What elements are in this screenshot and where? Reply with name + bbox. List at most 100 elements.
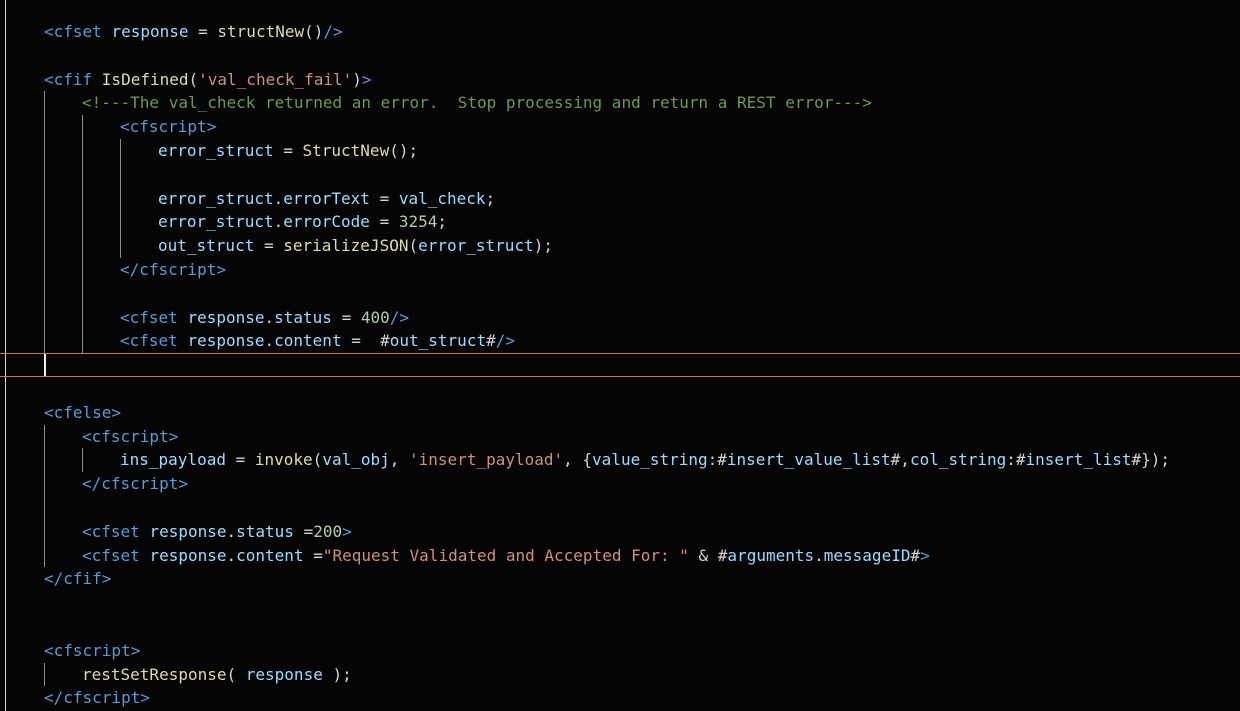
- code-token: ins_payload: [120, 450, 226, 470]
- code-text: ins_payload = invoke(val_obj, 'insert_pa…: [120, 448, 1170, 472]
- code-token: content: [274, 331, 342, 351]
- code-text: </cfscript>: [44, 686, 150, 710]
- code-line[interactable]: <cfscript>: [0, 424, 1240, 449]
- code-token: .: [273, 188, 284, 208]
- code-line[interactable]: <!---The val_check returned an error. St…: [0, 91, 1240, 116]
- code-token: 'val_check_fail': [198, 69, 353, 89]
- code-line[interactable]: [0, 615, 1240, 639]
- code-token: <cfset: [82, 521, 150, 541]
- code-text: <cfset response.status =200>: [82, 520, 352, 544]
- code-token: =: [369, 212, 399, 232]
- code-token: out_struct: [158, 236, 255, 256]
- code-token: response: [187, 307, 265, 327]
- code-token: value_string: [592, 450, 708, 470]
- code-token: <cfscript>: [44, 640, 141, 660]
- code-line[interactable]: [0, 377, 1240, 401]
- code-line[interactable]: <cfelse>: [0, 401, 1240, 425]
- code-line[interactable]: <cfif IsDefined('val_check_fail')>: [0, 68, 1240, 92]
- indent-guide: [44, 234, 45, 258]
- code-token: insert_list: [1025, 450, 1132, 470]
- code-line[interactable]: [0, 44, 1240, 68]
- code-line[interactable]: out_struct = serializeJSON(error_struct)…: [0, 234, 1240, 258]
- indent-guide: [82, 162, 83, 187]
- code-token: ): [352, 69, 362, 89]
- code-token: .: [264, 331, 275, 351]
- code-token: .: [814, 545, 824, 565]
- code-token: errorCode: [283, 212, 370, 232]
- code-line[interactable]: <cfset response.status =200>: [0, 519, 1240, 544]
- code-line[interactable]: <cfscript>: [0, 639, 1240, 663]
- code-token: <cfif: [44, 69, 102, 89]
- indent-guide: [44, 472, 45, 496]
- code-token: );: [533, 236, 553, 256]
- indent-guide: [44, 495, 45, 520]
- code-line[interactable]: <cfset response = structNew()/>: [0, 20, 1240, 44]
- code-token: <cfelse>: [44, 402, 122, 422]
- code-token: =: [293, 521, 314, 541]
- indent-guide: [82, 210, 83, 235]
- code-token: status: [274, 307, 332, 327]
- code-token: >: [342, 521, 352, 541]
- code-token: , {: [563, 450, 593, 470]
- indent-guide: [120, 162, 121, 187]
- code-token: (: [408, 236, 419, 256]
- code-editor[interactable]: <cfset response = structNew()/> <cfif IsD…: [0, 0, 1240, 711]
- indent-guide: [82, 115, 83, 139]
- code-lines[interactable]: <cfset response = structNew()/> <cfif IsD…: [0, 20, 1240, 710]
- code-line[interactable]: <cfset response.status = 400/>: [0, 305, 1240, 330]
- code-token: 200: [313, 521, 343, 541]
- indent-guide: [44, 210, 45, 235]
- code-text: </cfscript>: [120, 258, 226, 282]
- code-token: <cfset: [44, 22, 112, 41]
- code-token: invoke: [254, 450, 313, 470]
- code-line[interactable]: [0, 591, 1240, 615]
- code-token: ;: [437, 212, 448, 232]
- indent-guide: [44, 305, 45, 330]
- indent-guide: [120, 186, 121, 211]
- code-token: />: [389, 307, 410, 327]
- code-line[interactable]: restSetResponse( response );: [0, 662, 1240, 687]
- code-token: =: [188, 22, 218, 41]
- code-token: :#: [707, 450, 727, 470]
- code-line[interactable]: [0, 281, 1240, 306]
- code-text: restSetResponse( response );: [82, 663, 352, 687]
- code-token: =: [303, 545, 323, 565]
- code-line-current[interactable]: [0, 353, 1240, 377]
- code-token: val_check: [398, 188, 486, 208]
- indent-guide: [82, 234, 83, 258]
- code-line[interactable]: </cfscript>: [0, 472, 1240, 496]
- code-line[interactable]: ins_payload = invoke(val_obj, 'insert_pa…: [0, 448, 1240, 473]
- code-token: =: [273, 140, 303, 160]
- code-token: />: [323, 22, 343, 41]
- code-line[interactable]: error_struct.errorText = val_check;: [0, 186, 1240, 211]
- code-line[interactable]: </cfscript>: [0, 257, 1240, 282]
- code-text: error_struct = StructNew();: [158, 139, 418, 163]
- code-line[interactable]: error_struct = StructNew();: [0, 138, 1240, 163]
- code-token: =: [225, 450, 255, 470]
- code-text: <cfset response.status = 400/>: [120, 306, 409, 330]
- indent-guide: [82, 305, 83, 330]
- code-token: (: [312, 450, 323, 470]
- code-line[interactable]: </cfscript>: [0, 686, 1240, 710]
- code-line[interactable]: error_struct.errorCode = 3254;: [0, 210, 1240, 235]
- code-token: 'insert_payload': [409, 450, 564, 470]
- code-token: IsDefined: [101, 69, 189, 89]
- code-line[interactable]: [0, 495, 1240, 520]
- code-token: .: [226, 545, 237, 565]
- code-line[interactable]: <cfscript>: [0, 115, 1240, 139]
- code-token: serializeJSON: [283, 236, 409, 256]
- code-token: (: [226, 664, 246, 684]
- code-line[interactable]: <cfset response.content = #out_struct#/>: [0, 329, 1240, 354]
- code-line[interactable]: <cfset response.content ="Request Valida…: [0, 543, 1240, 568]
- code-text: </cfif>: [44, 567, 111, 591]
- code-token: </cfif>: [44, 569, 112, 589]
- code-token: ;: [485, 188, 496, 208]
- code-text: <cfset response.content ="Request Valida…: [82, 544, 930, 568]
- code-token: val_obj: [322, 450, 390, 470]
- code-token: structNew: [217, 22, 305, 41]
- code-line[interactable]: </cfif>: [0, 567, 1240, 591]
- code-line[interactable]: [0, 162, 1240, 187]
- code-token: error_struct: [158, 212, 274, 232]
- indent-guide: [44, 257, 45, 282]
- code-token: #: [486, 331, 496, 351]
